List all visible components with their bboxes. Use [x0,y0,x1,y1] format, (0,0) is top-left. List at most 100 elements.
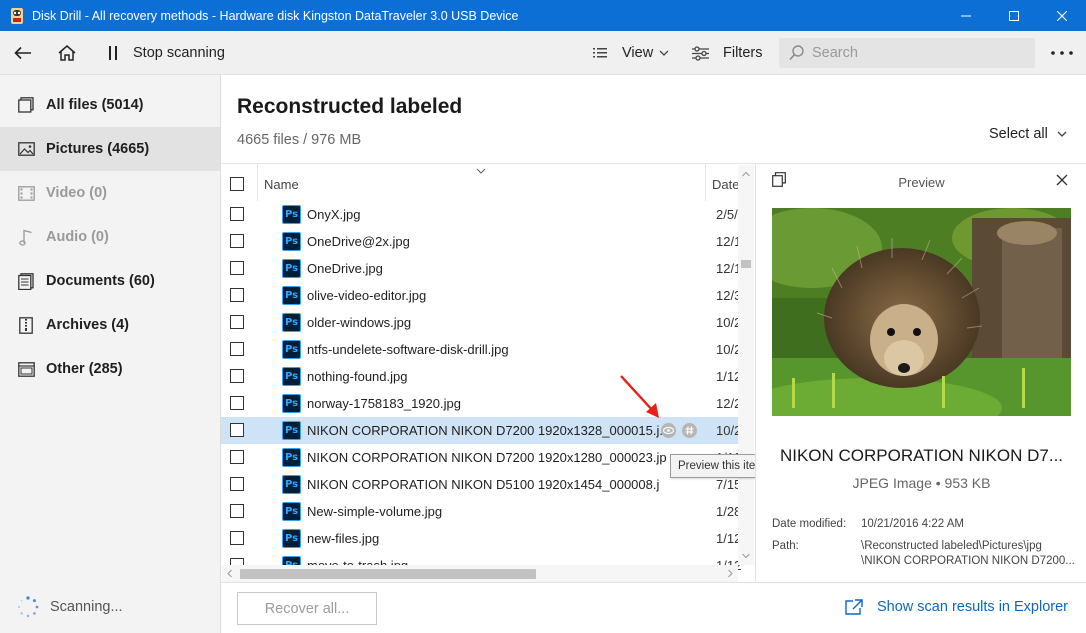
document-icon [17,272,35,290]
row-checkbox[interactable] [230,288,244,302]
file-name: NIKON CORPORATION NIKON D5100 1920x1454_… [307,477,660,492]
table-row[interactable]: Ps olive-video-editor.jpg 12/3 [221,282,741,309]
row-checkbox[interactable] [230,477,244,491]
scroll-left-icon [227,569,232,578]
preview-title: Preview [898,175,945,190]
home-button[interactable] [56,31,78,75]
sidebar: All files (5014) Pictures (4665) Video (… [0,75,221,633]
photoshop-file-icon: Ps [282,340,301,359]
row-checkbox[interactable] [230,504,244,518]
row-checkbox[interactable] [230,396,244,410]
file-name: New-simple-volume.jpg [307,504,443,519]
sidebar-item-archives[interactable]: Archives (4) [0,303,220,347]
file-name: NIKON CORPORATION NIKON D7200 1920x1280_… [307,450,667,465]
sidebar-item-audio[interactable]: Audio (0) [0,215,220,259]
spinner-icon [18,596,39,618]
scanning-label: Scanning... [50,599,123,615]
photoshop-file-icon: Ps [282,448,301,467]
row-checkbox[interactable] [230,531,244,545]
sidebar-item-all-files[interactable]: All files (5014) [0,83,220,127]
row-checkbox[interactable] [230,423,244,437]
search-icon [789,45,804,61]
preview-panel: Preview NIKON CORPORATION NIKON D7... JP… [755,163,1086,582]
sidebar-item-label: Video (0) [46,185,107,201]
preview-eye-icon[interactable] [661,423,676,438]
sidebar-item-video[interactable]: Video (0) [0,171,220,215]
sidebar-item-label: Audio (0) [46,229,109,245]
back-button[interactable] [12,31,34,75]
horizontal-scroll-thumb[interactable] [240,569,536,579]
sidebar-item-other[interactable]: Other (285) [0,347,220,391]
row-checkbox[interactable] [230,369,244,383]
stop-scanning-button[interactable]: Stop scanning [108,31,225,75]
preview-image [772,208,1071,416]
home-icon [58,45,76,61]
photoshop-file-icon: Ps [282,205,301,224]
more-options-button[interactable] [1051,31,1073,75]
table-row[interactable]: Ps NIKON CORPORATION NIKON D5100 1920x145… [221,471,741,498]
close-preview-button[interactable] [1056,174,1068,186]
recover-all-button[interactable]: Recover all... [237,592,377,625]
search-box[interactable] [779,38,1035,68]
disk-drill-logo-icon [11,7,23,24]
table-row[interactable]: Ps OneDrive@2x.jpg 12/1 [221,228,741,255]
table-row[interactable]: Ps OneDrive.jpg 12/1 [221,255,741,282]
sidebar-item-label: All files (5014) [46,97,144,113]
hash-icon[interactable] [682,423,697,438]
table-row[interactable]: Ps NIKON CORPORATION NIKON D7200 1920x128… [221,444,741,471]
maximize-icon [1009,10,1019,21]
photoshop-file-icon: Ps [282,529,301,548]
view-label: View [622,45,654,61]
select-all-checkbox[interactable] [230,177,244,191]
column-header-date[interactable]: Date [712,177,739,192]
photoshop-file-icon: Ps [282,475,301,494]
photoshop-file-icon: Ps [282,394,301,413]
list-header: Name Date [221,164,755,201]
bottom-bar: Recover all... Show scan results in Expl… [221,582,1086,633]
annotation-arrow-icon [620,375,659,418]
other-icon [17,360,35,378]
file-name: nothing-found.jpg [307,369,408,384]
filters-sliders-icon [692,45,709,61]
vertical-scroll-thumb[interactable] [741,260,751,268]
row-checkbox[interactable] [230,207,244,221]
table-row[interactable]: Ps New-simple-volume.jpg 1/28 [221,498,741,525]
table-row[interactable]: Ps new-files.jpg 1/12 [221,525,741,552]
row-checkbox[interactable] [230,315,244,329]
table-row[interactable]: Ps ntfs-undelete-software-disk-drill.jpg 1… [221,336,741,363]
sort-chevron-icon [476,168,486,174]
files-icon [17,96,35,114]
sidebar-item-pictures[interactable]: Pictures (4665) [0,127,220,171]
table-row[interactable]: Ps OnyX.jpg 2/5/ [221,201,738,228]
close-window-button[interactable] [1038,0,1086,31]
open-in-explorer-icon [845,599,863,615]
show-in-explorer-link[interactable]: Show scan results in Explorer [845,599,1068,615]
row-checkbox[interactable] [230,342,244,356]
table-row[interactable]: Ps older-windows.jpg 10/2 [221,309,741,336]
horizontal-scrollbar[interactable] [222,565,738,582]
row-checkbox[interactable] [230,234,244,248]
chevron-down-icon [659,50,669,56]
search-input[interactable] [812,45,1012,61]
path-label: Path: [772,540,799,552]
path-value-line2: \NIKON CORPORATION NIKON D7200... [861,555,1075,567]
minimize-button[interactable] [942,0,990,31]
view-dropdown[interactable]: View [593,31,669,75]
column-header-name[interactable]: Name [264,177,299,192]
filters-button[interactable]: Filters [692,31,762,75]
file-name: olive-video-editor.jpg [307,288,427,303]
file-name: NIKON CORPORATION NIKON D7200 1920x1328_… [307,423,671,438]
hedgehog-photo [772,208,1071,416]
sidebar-item-documents[interactable]: Documents (60) [0,259,220,303]
maximize-button[interactable] [990,0,1038,31]
file-name: OneDrive.jpg [307,261,383,276]
row-checkbox[interactable] [230,261,244,275]
sidebar-item-label: Other (285) [46,361,123,377]
select-all-dropdown[interactable]: Select all [989,126,1067,142]
scanning-status: Scanning... [16,595,123,619]
vertical-scrollbar[interactable] [738,165,754,565]
video-icon [17,184,35,202]
file-name: norway-1758183_1920.jpg [307,396,461,411]
file-date: 2/5/ [716,207,738,222]
row-checkbox[interactable] [230,450,244,464]
